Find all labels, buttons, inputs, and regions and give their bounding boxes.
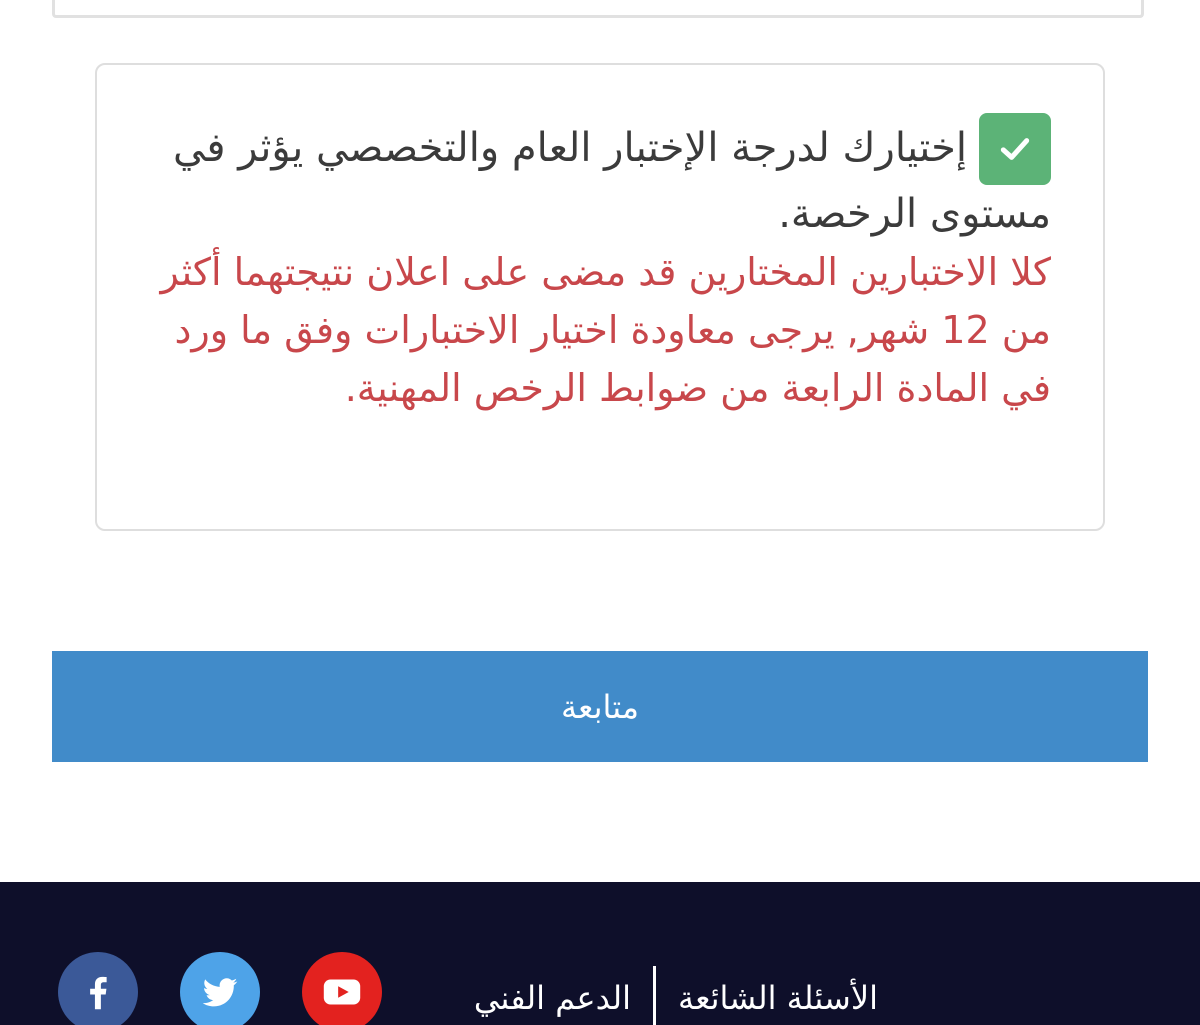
twitter-icon	[202, 978, 238, 1007]
footer-divider	[653, 966, 657, 1025]
checkmark-icon	[1000, 138, 1030, 160]
warning-message: كلا الاختبارين المختارين قد مضى على اعلا…	[160, 250, 1052, 410]
youtube-icon	[323, 979, 361, 1005]
page: إختيارك لدرجة الإختبار العام والتخصصي يؤ…	[0, 0, 1200, 1025]
twitter-button[interactable]	[180, 952, 260, 1025]
facebook-button[interactable]	[58, 952, 138, 1025]
faq-link[interactable]: الأسئلة الشائعة	[678, 979, 878, 1017]
continue-button[interactable]: متابعة	[52, 651, 1148, 762]
license-notice-card: إختيارك لدرجة الإختبار العام والتخصصي يؤ…	[95, 63, 1105, 531]
agree-row: إختيارك لدرجة الإختبار العام والتخصصي يؤ…	[151, 113, 1051, 243]
agree-text: إختيارك لدرجة الإختبار العام والتخصصي يؤ…	[173, 125, 1051, 237]
agree-checkbox[interactable]	[979, 113, 1051, 185]
youtube-button[interactable]	[302, 952, 382, 1025]
facebook-icon	[90, 976, 107, 1010]
support-link[interactable]: الدعم الفني	[474, 979, 631, 1017]
footer-links: الأسئلة الشائعة الدعم الفني	[474, 966, 878, 1025]
notice-content: إختيارك لدرجة الإختبار العام والتخصصي يؤ…	[151, 113, 1051, 417]
previous-card-edge	[52, 0, 1144, 18]
footer: الأسئلة الشائعة الدعم الفني	[0, 882, 1200, 1025]
